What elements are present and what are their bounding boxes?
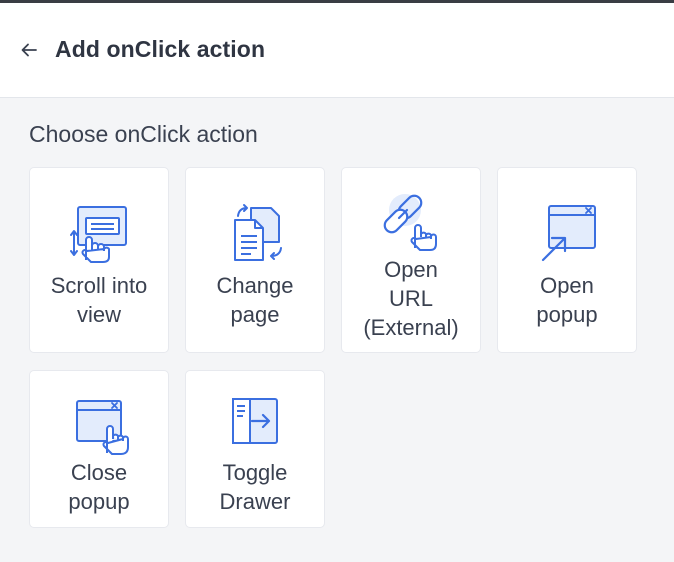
action-label: Change page <box>216 273 294 327</box>
section-title: Choose onClick action <box>29 121 258 147</box>
arrow-left-icon <box>21 43 37 57</box>
close-popup-icon <box>76 400 129 455</box>
action-label: Close popup <box>68 460 130 514</box>
toggle-drawer-icon <box>232 398 278 444</box>
action-card-open-popup[interactable]: Open popup <box>497 167 637 353</box>
action-label: Toggle Drawer <box>219 460 291 514</box>
action-label: Scroll into view <box>50 273 148 327</box>
link-click-icon <box>383 194 437 251</box>
action-card-scroll-into-view[interactable]: Scroll into view <box>29 167 169 353</box>
page-title: Add onClick action <box>55 36 266 62</box>
action-label: Open URL (External) <box>363 257 459 340</box>
action-card-open-url[interactable]: Open URL (External) <box>341 167 481 353</box>
scroll-into-view-icon <box>70 206 127 263</box>
open-popup-icon <box>541 205 596 262</box>
action-card-toggle-drawer[interactable]: Toggle Drawer <box>185 370 325 528</box>
action-card-change-page[interactable]: Change page <box>185 167 325 353</box>
change-page-icon <box>234 204 282 261</box>
action-label: Open popup <box>536 273 598 327</box>
back-button[interactable] <box>14 35 44 65</box>
panel-header: Add onClick action <box>0 3 674 98</box>
action-card-close-popup[interactable]: Close popup <box>29 370 169 528</box>
